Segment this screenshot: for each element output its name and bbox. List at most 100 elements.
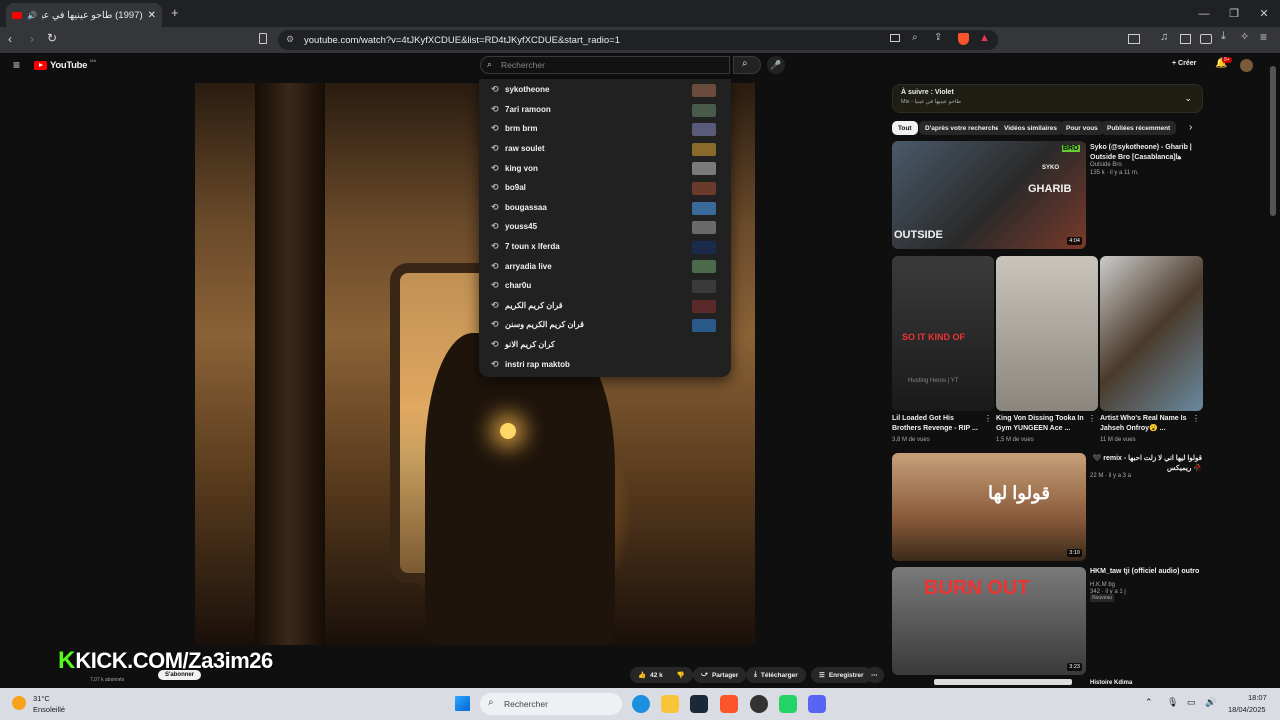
wallet-icon[interactable] xyxy=(1200,34,1212,44)
screen-icon[interactable] xyxy=(890,34,900,42)
menu-icon[interactable]: ≡ xyxy=(1260,30,1267,44)
speaker-icon[interactable]: 🔊 xyxy=(27,11,37,20)
short-title[interactable]: Artist Who's Real Name Is Jahseh Onfroy😮… xyxy=(1100,414,1192,433)
chip-all[interactable]: Tout xyxy=(892,121,918,135)
duration-badge: 3:23 xyxy=(1067,663,1082,671)
brave-taskbar-icon[interactable] xyxy=(720,695,738,713)
volume-icon[interactable]: 🔊 xyxy=(1205,697,1216,708)
edge-icon[interactable] xyxy=(632,695,650,713)
suggestion-item[interactable]: ⟲ sykotheone xyxy=(479,80,731,100)
hamburger-icon[interactable]: ≡ xyxy=(13,58,20,72)
video-channel[interactable]: Outside Bro xyxy=(1090,161,1122,169)
video-title[interactable]: قولوا ليها اني لا زلت احبها - remix 🖤🥀 ر… xyxy=(1090,454,1202,473)
suggestion-item[interactable]: ⟲ raw soulet xyxy=(479,139,731,159)
suggestion-item[interactable]: ⟲ instri rap maktob xyxy=(479,354,731,374)
suggestion-item[interactable]: ⟲ قران كريم الكريم وسنن xyxy=(479,315,731,335)
tray-chevron-icon[interactable]: ⌃ xyxy=(1145,697,1153,708)
chatgpt-icon[interactable] xyxy=(750,695,768,713)
url-field[interactable]: ⚙ youtube.com/watch?v=4tJKyfXCDUE&list=R… xyxy=(278,30,998,50)
video-title[interactable]: Syko (@sykotheone) - Gharib | Outside Br… xyxy=(1090,143,1200,162)
suggestion-item[interactable]: ⟲ king von xyxy=(479,158,731,178)
weather-icon[interactable] xyxy=(12,696,26,710)
bookmark-icon[interactable] xyxy=(259,33,267,44)
close-tab-icon[interactable]: ✕ xyxy=(148,10,156,21)
brave-shield-icon[interactable] xyxy=(958,33,969,45)
chevron-down-icon[interactable]: ⌄ xyxy=(1184,93,1192,104)
more-options-icon[interactable]: ⋮ xyxy=(984,414,992,423)
clock-time[interactable]: 18:07 xyxy=(1248,693,1267,702)
minimize-icon[interactable]: — xyxy=(1188,0,1220,27)
voice-search-button[interactable]: 🎤 xyxy=(767,56,785,74)
whatsapp-icon[interactable] xyxy=(779,695,797,713)
thumbs-down-icon[interactable]: 👎 xyxy=(677,671,685,679)
download-icon[interactable]: ⤓ xyxy=(1221,30,1226,43)
avatar[interactable] xyxy=(1240,59,1253,72)
search-button[interactable]: ⌕ xyxy=(733,56,761,74)
close-window-icon[interactable]: ✕ xyxy=(1248,0,1280,27)
download-button[interactable]: ⤓ Télécharger xyxy=(746,667,806,683)
suggestion-item[interactable]: ⟲ كران كريم الانو xyxy=(479,335,731,355)
suggestion-item[interactable]: ⟲ char0u xyxy=(479,276,731,296)
chevron-right-icon[interactable]: › xyxy=(1189,122,1192,133)
chip-recent[interactable]: Publiées récemment xyxy=(1101,121,1177,135)
network-icon[interactable]: ▭ xyxy=(1187,697,1196,708)
reader-icon[interactable] xyxy=(1180,34,1191,44)
suggestion-item[interactable]: ⟲ 7ari ramoon xyxy=(479,100,731,120)
brave-rewards-icon[interactable]: ▲ xyxy=(979,32,990,44)
start-icon[interactable] xyxy=(455,696,470,711)
video-thumbnail[interactable]: SYKO BRO GHARIB OUTSIDE 4:04 xyxy=(892,141,1086,249)
create-button[interactable]: + Créer xyxy=(1172,60,1196,67)
clock-date[interactable]: 18/04/2025 xyxy=(1228,705,1280,714)
short-title[interactable]: Lil Loaded Got His Brothers Revenge - RI… xyxy=(892,414,984,433)
suggestion-item[interactable]: ⟲ youss45 xyxy=(479,217,731,237)
sidebar-toggle-icon[interactable] xyxy=(1128,34,1140,44)
restore-icon[interactable]: ❐ xyxy=(1218,0,1250,27)
chip-search[interactable]: D'après votre recherche xyxy=(919,121,1006,135)
short-thumbnail[interactable] xyxy=(1100,256,1203,411)
share-page-icon[interactable]: ⇪ xyxy=(934,32,942,43)
subscribe-button[interactable]: S'abonner xyxy=(158,670,202,680)
like-button[interactable]: 👍 42 k 👎 xyxy=(630,667,693,683)
search-input[interactable]: ⌕ Rechercher xyxy=(480,56,730,74)
suggestion-item[interactable]: ⟲ brm brm xyxy=(479,119,731,139)
horizontal-scrollbar[interactable] xyxy=(934,679,1072,685)
steam-icon[interactable] xyxy=(690,695,708,713)
more-options-icon[interactable]: ⋮ xyxy=(1192,414,1200,423)
share-button[interactable]: ⤻ Partager xyxy=(693,667,747,683)
active-tab[interactable]: 🔊 (1997) طاحو عينيها في عينيا ✕ xyxy=(6,3,162,27)
zoom-icon[interactable]: ⌕ xyxy=(912,32,918,43)
reload-icon[interactable]: ↻ xyxy=(47,31,57,45)
video-title[interactable]: HKM_taw tji (officiel audio) outro xyxy=(1090,567,1202,577)
save-button[interactable]: ☰ Enregistrer xyxy=(811,667,872,683)
new-tab-icon[interactable]: + xyxy=(171,5,179,20)
music-icon[interactable]: ♫ xyxy=(1160,31,1168,43)
suggestion-item[interactable]: ⟲ 7 toun x lferda xyxy=(479,237,731,257)
more-options-icon[interactable]: ⋮ xyxy=(1088,414,1096,423)
video-thumbnail[interactable]: قولوا لها 3:10 xyxy=(892,453,1086,561)
site-info-icon[interactable]: ⚙ xyxy=(286,34,294,45)
suggestion-item[interactable]: ⟲ arryadia live xyxy=(479,256,731,276)
forward-icon[interactable]: › xyxy=(30,32,34,46)
taskbar-search[interactable]: ⌕ Rechercher xyxy=(480,693,622,715)
ai-icon[interactable]: ✧ xyxy=(1240,30,1249,43)
short-thumbnail[interactable]: SO IT KIND OF Husting Heros | YT xyxy=(892,256,994,411)
country-code: MA xyxy=(90,58,97,63)
share-icon: ⤻ xyxy=(701,671,708,678)
chip-for-you[interactable]: Pour vous xyxy=(1060,121,1104,135)
youtube-logo[interactable]: YouTube MA xyxy=(34,58,97,71)
back-icon[interactable]: ‹ xyxy=(8,32,12,46)
file-explorer-icon[interactable] xyxy=(661,695,679,713)
scrollbar[interactable] xyxy=(1270,66,1276,216)
suggestion-item[interactable]: ⟲ bo9al xyxy=(479,178,731,198)
suggestion-item[interactable]: ⟲ bougassaa xyxy=(479,198,731,218)
video-thumbnail[interactable]: BURN OUT 3:23 xyxy=(892,567,1086,675)
suggestion-item[interactable]: ⟲ قران كريم الكريم xyxy=(479,296,731,316)
suggestion-text: char0u xyxy=(505,281,532,291)
short-title[interactable]: King Von Dissing Tooka In Gym YUNGEEN Ac… xyxy=(996,414,1088,433)
mic-tray-icon[interactable]: 🎙 xyxy=(1167,697,1178,708)
short-thumbnail[interactable] xyxy=(996,256,1098,411)
chip-similar[interactable]: Vidéos similaires xyxy=(998,121,1063,135)
more-actions-button[interactable]: ⋯ xyxy=(866,667,884,683)
discord-icon[interactable] xyxy=(808,695,826,713)
up-next-panel[interactable]: À suivre : Violet Mix - طاحو عينيها في ع… xyxy=(892,84,1203,113)
